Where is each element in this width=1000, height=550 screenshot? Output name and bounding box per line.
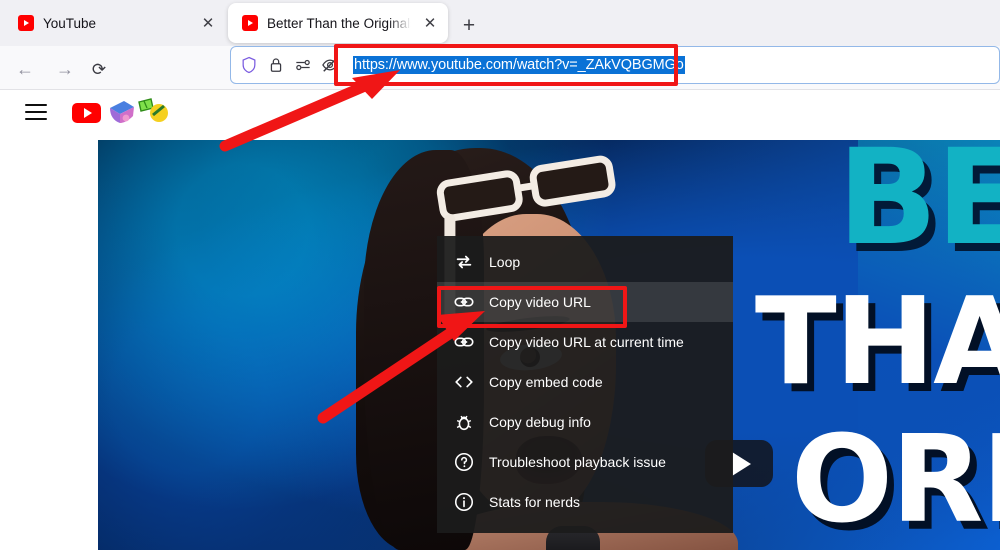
menu-item-label: Loop	[489, 254, 521, 270]
browser-window: YouTube ✕ Better Than the Originals? The…	[0, 0, 1000, 550]
back-icon[interactable]: ←	[12, 56, 38, 82]
shield-icon[interactable]	[239, 55, 259, 75]
menu-item-label: Copy video URL at current time	[489, 334, 684, 350]
youtube-favicon	[242, 15, 258, 31]
question-circle-icon	[454, 452, 474, 472]
menu-item-label: Copy video URL	[489, 294, 591, 310]
tab-strip: YouTube ✕ Better Than the Originals? The…	[0, 0, 1000, 46]
code-icon	[455, 376, 473, 388]
menu-item-stats-for-nerds[interactable]: Stats for nerds	[437, 482, 733, 522]
browser-tab-video[interactable]: Better Than the Originals? The B ✕	[228, 3, 448, 43]
menu-item-label: Troubleshoot playback issue	[489, 454, 666, 470]
youtube-favicon	[18, 15, 34, 31]
bug-icon	[456, 415, 472, 431]
browser-tab-youtube[interactable]: YouTube ✕	[4, 3, 226, 43]
video-context-menu[interactable]: Loop Copy video URL Copy video URL at cu…	[437, 236, 733, 533]
tab-close-icon[interactable]: ✕	[420, 13, 440, 33]
menu-item-copy-debug-info[interactable]: Copy debug info	[437, 402, 733, 442]
menu-item-copy-video-url-at-current-time[interactable]: Copy video URL at current time	[437, 322, 733, 362]
tab-title: YouTube	[43, 15, 97, 31]
permissions-icon[interactable]	[293, 55, 313, 75]
thumbnail-overlay-line-1: BE	[837, 140, 1000, 275]
loop-icon	[456, 255, 472, 269]
new-tab-button[interactable]: +	[456, 12, 482, 38]
youtube-doodle-icon[interactable]	[106, 96, 168, 130]
tab-close-icon[interactable]: ✕	[198, 13, 218, 33]
tracking-off-icon[interactable]	[320, 55, 340, 75]
forward-icon[interactable]: →	[52, 56, 78, 82]
lock-icon[interactable]	[266, 55, 286, 75]
menu-item-loop[interactable]: Loop	[437, 242, 733, 282]
tab-title: Better Than the Originals? The B	[267, 15, 411, 31]
youtube-logo-icon[interactable]	[72, 103, 101, 123]
address-bar[interactable]: https://www.youtube.com/watch?v=_ZAkVQBG…	[230, 46, 1000, 84]
info-circle-icon	[454, 492, 474, 512]
link-icon	[454, 337, 474, 347]
menu-item-label: Stats for nerds	[489, 494, 581, 510]
guide-menu-icon[interactable]	[25, 104, 47, 124]
url-text[interactable]: https://www.youtube.com/watch?v=_ZAkVQBG…	[353, 56, 685, 74]
link-icon	[454, 297, 474, 307]
menu-item-copy-video-url[interactable]: Copy video URL	[437, 282, 733, 322]
reload-icon[interactable]: ⟳	[86, 56, 112, 82]
thumbnail-overlay-line-2: THA	[754, 273, 1000, 412]
thumbnail-overlay-line-3: ORI	[790, 411, 1000, 550]
menu-item-troubleshoot-playback-issue[interactable]: Troubleshoot playback issue	[437, 442, 733, 482]
menu-item-copy-embed-code[interactable]: Copy embed code	[437, 362, 733, 402]
menu-item-label: Copy debug info	[489, 414, 591, 430]
menu-item-label: Copy embed code	[489, 374, 603, 390]
